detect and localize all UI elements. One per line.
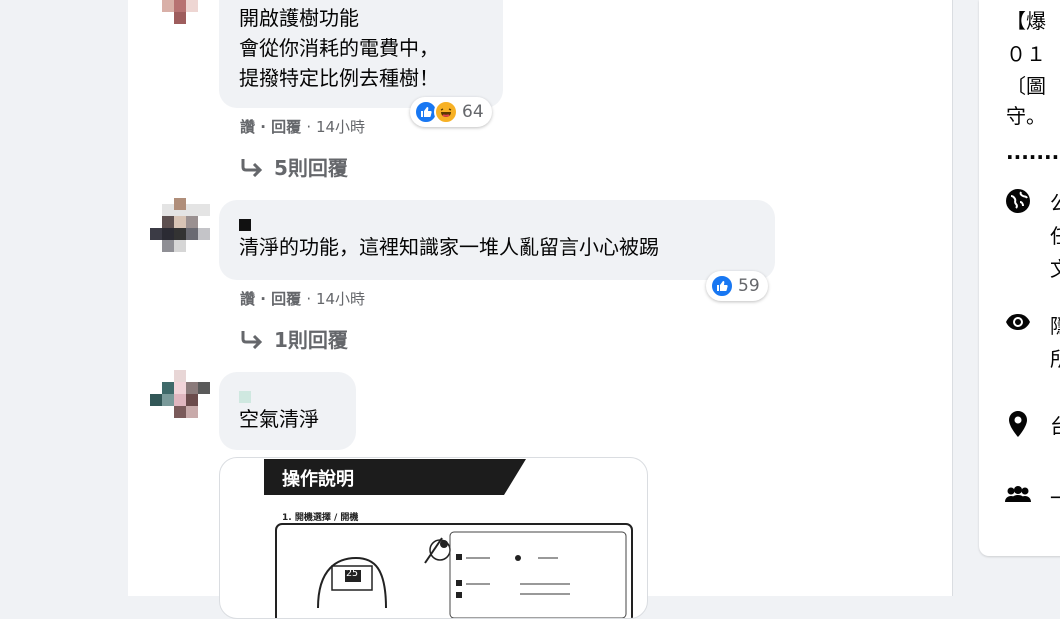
comment-author[interactable] [239, 382, 336, 404]
comment-text-line: 開啟護樹功能 [239, 6, 359, 30]
avatar[interactable] [150, 370, 210, 430]
view-replies-button[interactable]: 5則回覆 [240, 152, 348, 181]
visibility-line: 所 [1050, 343, 1060, 372]
reaction-count: 64 [462, 102, 484, 122]
replies-count-label: 5則回覆 [274, 156, 348, 180]
eye-icon [1005, 312, 1031, 336]
like-reaction-icon [710, 274, 734, 298]
reply-arrow-icon [240, 329, 264, 349]
members-icon [1004, 486, 1032, 508]
reaction-count: 59 [738, 276, 760, 296]
visibility-line: 隱 [1050, 310, 1060, 339]
members-line: 一 [1050, 482, 1060, 511]
comment-bubble: 開啟護樹功能 會從你消耗的電費中， 提撥特定比例去種樹！ [219, 0, 503, 108]
comment-bubble: 空氣清淨 [219, 372, 356, 450]
author-name-redacted [239, 219, 251, 231]
about-intro-line: 〔圖 [1006, 74, 1046, 98]
comment-actions: 讚 · 回覆 · 14小時 [240, 290, 366, 308]
reaction-summary[interactable]: 64 [410, 97, 492, 127]
location-line: 台 [1050, 410, 1060, 439]
view-replies-button[interactable]: 1則回覆 [240, 324, 348, 353]
reply-link[interactable]: 回覆 [271, 290, 301, 308]
comment-bubble: 清淨的功能，這裡知識家一堆人亂留言小心被踢 [219, 200, 775, 280]
comment-timestamp[interactable]: 14小時 [316, 118, 365, 136]
privacy-line: 任 [1050, 220, 1060, 249]
manual-title: 操作說明 [282, 469, 354, 490]
comment-text-line: 會從你消耗的電費中， [239, 36, 439, 60]
privacy-line: 文 [1050, 253, 1060, 282]
comment-text-line: 清淨的功能，這裡知識家一堆人亂留言小心被踢 [239, 235, 659, 259]
reply-link[interactable]: 回覆 [271, 118, 301, 136]
see-more-link[interactable]: ....... 查 [1006, 136, 1060, 165]
comment-attached-image[interactable]: 操作說明 1. 開機選擇 / 開機 25 [219, 457, 648, 619]
comment-actions: 讚 · 回覆 · 14小時 [240, 118, 366, 136]
comment-author[interactable] [239, 210, 755, 232]
author-name-redacted [239, 391, 251, 403]
about-intro-line: 【爆 [1006, 9, 1046, 33]
column-divider [952, 0, 953, 596]
like-link[interactable]: 讚 [240, 118, 255, 136]
comment-text-line: 空氣清淨 [239, 407, 319, 431]
avatar[interactable] [150, 0, 210, 24]
location-pin-icon [1008, 410, 1028, 442]
about-intro-line: ０１ [1006, 42, 1046, 66]
reaction-summary[interactable]: 59 [706, 271, 768, 301]
about-intro-line: 守。 [1006, 104, 1046, 128]
avatar[interactable] [150, 198, 210, 258]
privacy-line: 公 [1050, 187, 1060, 216]
manual-section-heading: 1. 開機選擇 / 開機 [282, 513, 359, 523]
manual-display-temp: 25 [346, 568, 359, 579]
comment-text-line: 提撥特定比例去種樹！ [239, 66, 439, 90]
replies-count-label: 1則回覆 [274, 328, 348, 352]
reply-arrow-icon [240, 157, 264, 177]
globe-icon [1005, 188, 1031, 218]
comment-timestamp[interactable]: 14小時 [316, 290, 365, 308]
haha-reaction-icon [434, 100, 458, 124]
like-link[interactable]: 讚 [240, 290, 255, 308]
